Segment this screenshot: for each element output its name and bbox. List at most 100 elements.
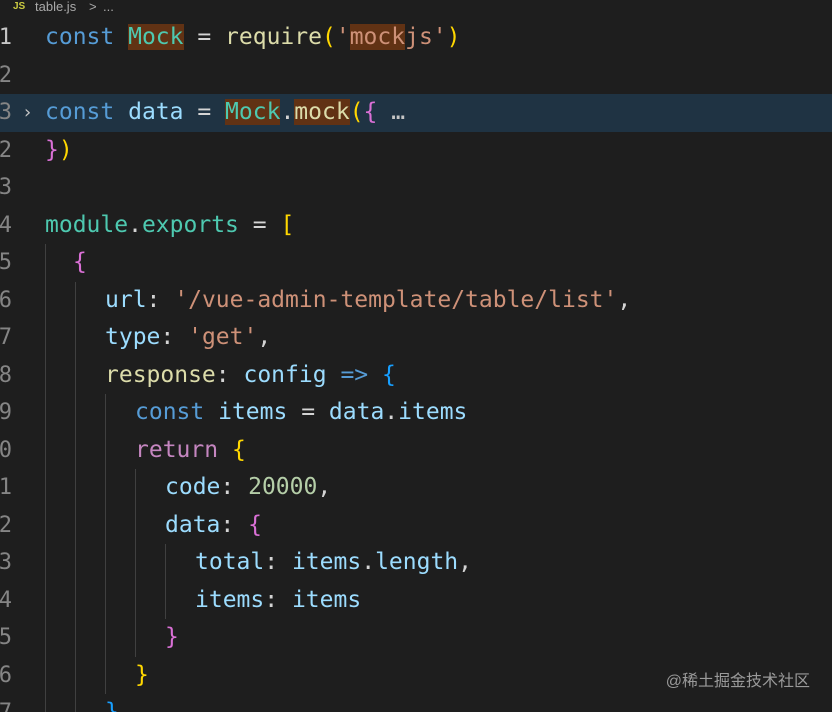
indent-guide	[45, 431, 46, 469]
token-operator: =	[238, 211, 281, 238]
token-brace: {	[382, 361, 396, 388]
code-line[interactable]: 1 code: 20000,	[0, 469, 832, 507]
indent-guide	[75, 394, 76, 432]
token-dot: .	[128, 211, 142, 238]
code-line[interactable]: 0 return {	[0, 431, 832, 470]
token-class: Mock	[128, 24, 184, 50]
token-variable: items	[291, 549, 362, 575]
token-dot: .	[280, 99, 295, 125]
token-brace: }	[105, 699, 119, 712]
token-keyword-control: return	[135, 436, 219, 463]
token-property: code	[165, 474, 221, 500]
code-line[interactable]: 2 })	[0, 132, 832, 170]
code-line[interactable]: 8 response: config => {	[0, 356, 832, 394]
indent-guide	[45, 356, 46, 394]
code-line[interactable]: 3	[0, 169, 832, 207]
line-code: items: items	[195, 582, 361, 620]
token-dot: .	[384, 399, 399, 425]
line-code: code: 20000,	[165, 469, 331, 507]
line-number: 7	[0, 325, 12, 350]
fold-chevron-icon[interactable]: ›	[22, 94, 33, 132]
folded-ellipsis-icon[interactable]: …	[377, 99, 405, 125]
line-number: 0	[0, 437, 12, 463]
code-line[interactable]: 9 const items = data.items	[0, 394, 832, 432]
indent-guide	[135, 506, 136, 544]
indent-guide	[45, 619, 46, 657]
indent-guide	[45, 656, 46, 694]
indent-guide	[75, 581, 76, 619]
indent-guide	[75, 506, 76, 544]
code-line-current[interactable]: 3 › const data = Mock.mock({ …	[0, 94, 832, 132]
token-dot: .	[361, 549, 376, 575]
code-editor[interactable]: 1 const Mock = require('mockjs') 2 3 › c…	[0, 19, 832, 712]
token-brace: }	[135, 661, 149, 688]
token-brace: {	[231, 436, 246, 463]
code-line[interactable]: 7 }	[0, 694, 832, 712]
indent-guide	[165, 544, 166, 582]
line-number: 2	[0, 137, 12, 163]
indent-guide	[105, 581, 106, 619]
token-colon: :	[220, 474, 249, 500]
line-number: 4	[0, 587, 12, 613]
breadcrumb-chevron-icon: >	[89, 0, 97, 14]
token-number: 20000	[248, 474, 318, 500]
token-property: url	[105, 286, 147, 313]
code-line[interactable]: 2	[0, 57, 832, 95]
token-function: mock	[294, 99, 350, 125]
code-line[interactable]: 2 data: {	[0, 506, 832, 544]
indent-guide	[75, 619, 76, 657]
code-line[interactable]: 6 url: '/vue-admin-template/table/list',	[0, 281, 832, 319]
line-code: return {	[135, 432, 246, 470]
indent-guide	[135, 581, 136, 619]
line-code: type: 'get',	[105, 319, 271, 357]
line-number: 2	[0, 62, 12, 88]
line-code: const items = data.items	[135, 394, 467, 432]
breadcrumb-file[interactable]: table.js	[35, 0, 76, 14]
indent-guide	[75, 356, 76, 394]
code-line[interactable]: 7 type: 'get',	[0, 319, 832, 357]
token-property: exports	[141, 211, 239, 238]
code-line[interactable]: 5 {	[0, 244, 832, 282]
code-line[interactable]: 4 module.exports = [	[0, 207, 832, 245]
token-variable: items	[218, 399, 288, 425]
token-function: require	[225, 24, 322, 50]
line-number: 3	[0, 550, 12, 575]
token-parameter: config	[243, 361, 327, 388]
token-string: '/vue-admin-template/table/list'	[174, 286, 618, 313]
line-number: 9	[0, 400, 12, 425]
indent-guide	[45, 469, 46, 507]
indent-guide	[45, 581, 46, 619]
line-code: const data = Mock.mock({ …	[45, 94, 405, 132]
token-brace: }	[45, 136, 59, 163]
token-property: items	[398, 399, 468, 425]
token-keyword: const	[45, 99, 115, 125]
indent-guide	[45, 319, 46, 357]
line-number: 1	[0, 25, 12, 50]
indent-guide	[75, 281, 76, 319]
token-arrow: =>	[340, 361, 369, 388]
line-number: 2	[0, 512, 12, 538]
token-operator: =	[183, 99, 226, 125]
breadcrumb-more[interactable]: ...	[103, 0, 114, 14]
code-line[interactable]: 3 total: items.length,	[0, 544, 832, 582]
line-code: module.exports = [	[45, 207, 294, 245]
indent-guide	[45, 394, 46, 432]
line-code: total: items.length,	[195, 544, 472, 582]
token-property: length	[375, 549, 459, 575]
indent-guide	[135, 619, 136, 657]
indent-guide	[105, 544, 106, 582]
token-comma: ,	[257, 324, 272, 350]
line-number: 6	[0, 662, 12, 688]
code-line[interactable]: 1 const Mock = require('mockjs')	[0, 19, 832, 57]
code-line[interactable]: 4 items: items	[0, 581, 832, 620]
token-brace: {	[73, 249, 87, 275]
code-line[interactable]: 5 }	[0, 619, 832, 657]
token-variable: items	[291, 586, 362, 613]
token-string: js'	[405, 24, 447, 50]
token-keyword: const	[45, 24, 115, 50]
